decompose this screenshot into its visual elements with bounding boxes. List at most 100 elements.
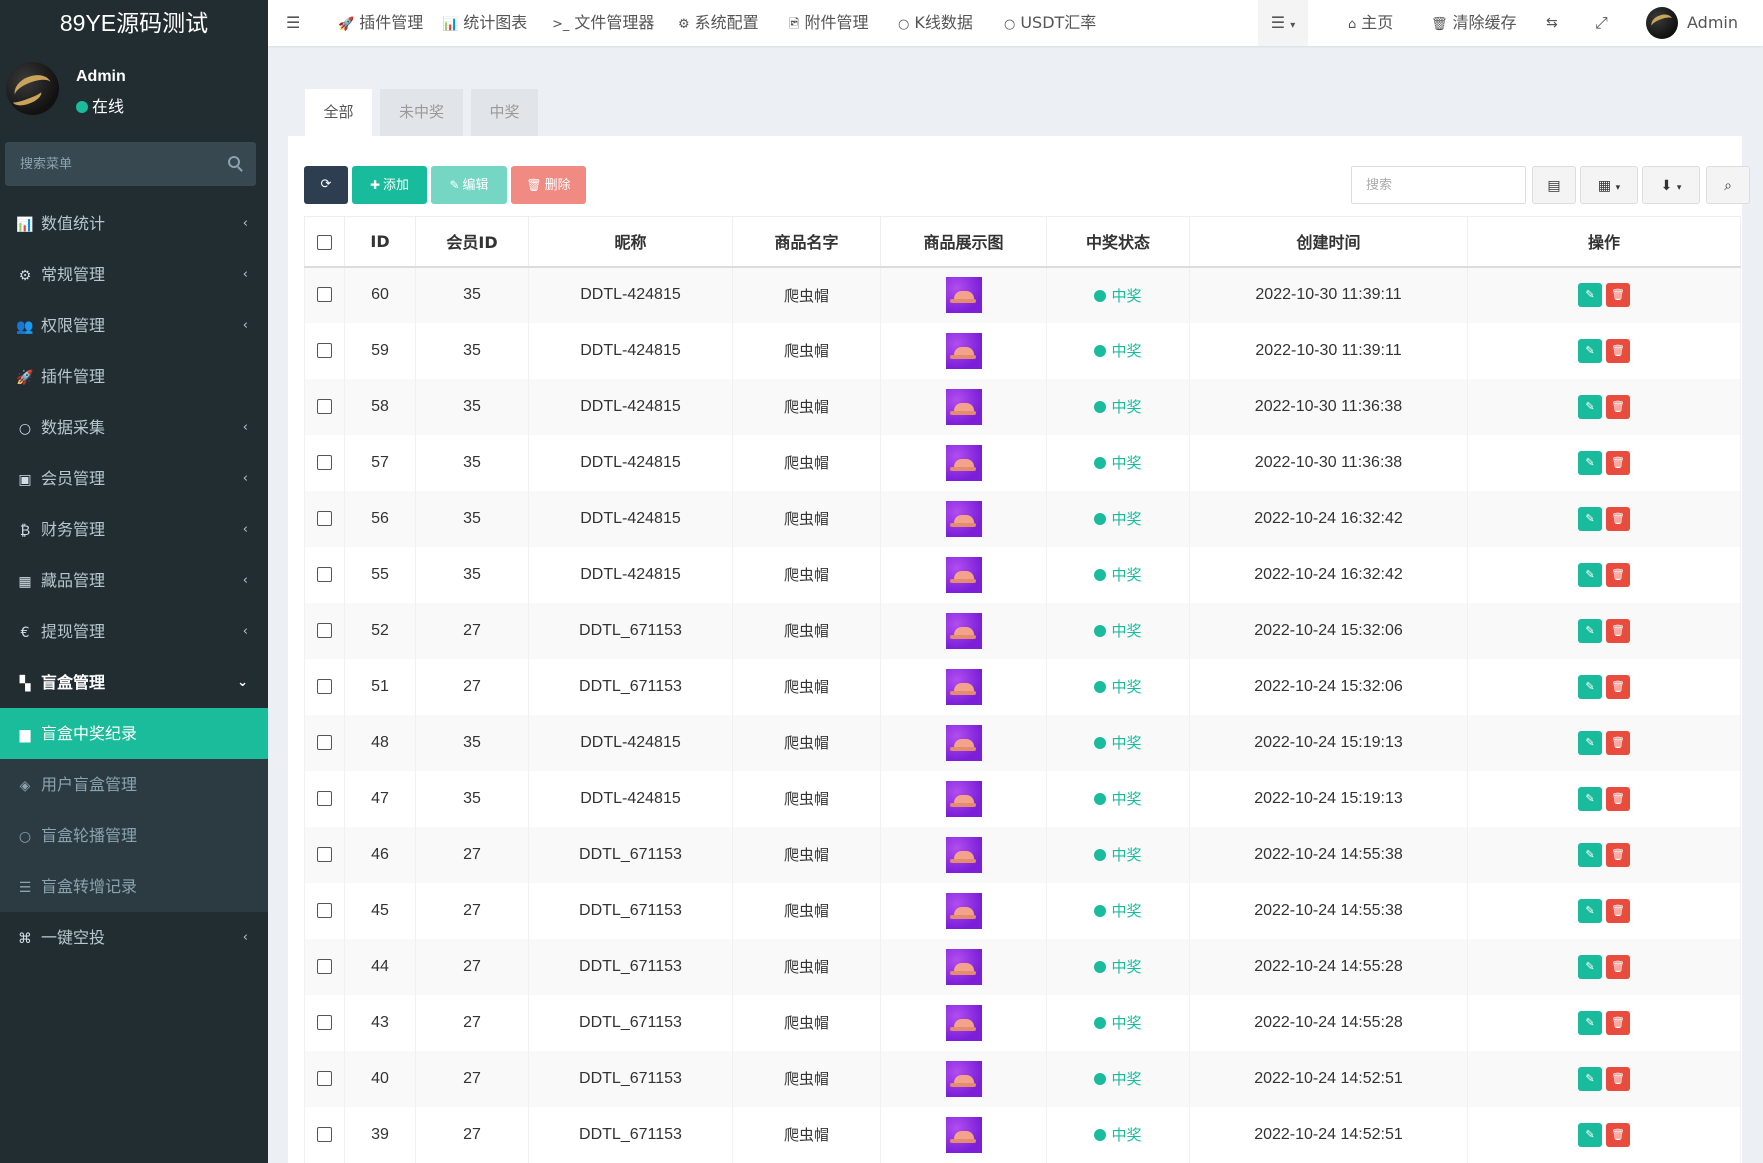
- tab-all[interactable]: 全部: [305, 89, 372, 136]
- sidebar-item-8[interactable]: € 提现管理 ‹: [0, 606, 268, 657]
- table-row[interactable]: 48 35 DDTL-424815 爬虫帽 中奖 2022-10-24 15:19:13 ✎…: [304, 714, 1741, 771]
- admin-avatar[interactable]: [1646, 7, 1678, 39]
- row-delete-icon[interactable]: 🗑: [1606, 1010, 1630, 1035]
- table-row[interactable]: 39 27 DDTL_671153 爬虫帽 中奖 2022-10-24 14:52:51 ✎…: [304, 1106, 1741, 1163]
- row-checkbox[interactable]: [317, 454, 332, 470]
- row-delete-icon[interactable]: 🗑: [1606, 1066, 1630, 1091]
- row-delete-icon[interactable]: 🗑: [1606, 674, 1630, 699]
- sidebar-item-0[interactable]: 📊 数值统计 ‹: [0, 198, 268, 249]
- row-delete-icon[interactable]: 🗑: [1606, 954, 1630, 979]
- product-thumbnail[interactable]: [945, 668, 982, 705]
- row-edit-icon[interactable]: ✎: [1578, 842, 1602, 867]
- product-thumbnail[interactable]: [945, 556, 982, 593]
- language-icon[interactable]: ⇆: [1546, 0, 1558, 46]
- col-win-status[interactable]: 中奖状态: [1046, 216, 1190, 268]
- row-edit-icon[interactable]: ✎: [1578, 1010, 1602, 1035]
- row-select[interactable]: [304, 490, 345, 547]
- row-delete-icon[interactable]: 🗑: [1606, 506, 1630, 531]
- top-nav-item-1[interactable]: 📊 统计图表: [442, 0, 527, 46]
- refresh-button[interactable]: ⟳: [304, 166, 348, 204]
- admin-name[interactable]: Admin: [1687, 0, 1738, 46]
- sidebar-item-11[interactable]: ◈ 用户盲盒管理: [0, 759, 268, 810]
- row-checkbox[interactable]: [317, 1070, 332, 1086]
- row-delete-icon[interactable]: 🗑: [1606, 618, 1630, 643]
- row-select[interactable]: [304, 266, 345, 323]
- sidebar-item-12[interactable]: ○ 盲盒轮播管理: [0, 810, 268, 861]
- table-row[interactable]: 57 35 DDTL-424815 爬虫帽 中奖 2022-10-30 11:36:38 ✎…: [304, 434, 1741, 491]
- row-delete-icon[interactable]: 🗑: [1606, 562, 1630, 587]
- row-select[interactable]: [304, 1106, 345, 1163]
- sidebar-item-9[interactable]: ▚ 盲盒管理 ⌄: [0, 657, 268, 708]
- product-thumbnail[interactable]: [945, 388, 982, 425]
- row-select[interactable]: [304, 1050, 345, 1107]
- product-thumbnail[interactable]: [945, 1060, 982, 1097]
- select-all-checkbox[interactable]: [317, 234, 332, 250]
- row-delete-icon[interactable]: 🗑: [1606, 1122, 1630, 1147]
- table-row[interactable]: 56 35 DDTL-424815 爬虫帽 中奖 2022-10-24 16:32:42 ✎…: [304, 490, 1741, 547]
- col-product-image[interactable]: 商品展示图: [880, 216, 1047, 268]
- row-edit-icon[interactable]: ✎: [1578, 674, 1602, 699]
- row-edit-icon[interactable]: ✎: [1578, 338, 1602, 363]
- export-button[interactable]: ⬇ ▾: [1642, 166, 1700, 204]
- row-select[interactable]: [304, 826, 345, 883]
- sidebar-item-4[interactable]: ○ 数据采集 ‹: [0, 402, 268, 453]
- nav-more-dropdown[interactable]: ☰ ▾: [1258, 0, 1308, 46]
- product-thumbnail[interactable]: [945, 780, 982, 817]
- table-row[interactable]: 51 27 DDTL_671153 爬虫帽 中奖 2022-10-24 15:32:06 ✎…: [304, 658, 1741, 715]
- row-checkbox[interactable]: [317, 398, 332, 414]
- sidebar-item-14[interactable]: ⌘ 一键空投 ‹: [0, 912, 268, 963]
- row-checkbox[interactable]: [317, 902, 332, 918]
- product-thumbnail[interactable]: [945, 724, 982, 761]
- table-search-input[interactable]: [1351, 166, 1526, 204]
- row-checkbox[interactable]: [317, 678, 332, 694]
- table-row[interactable]: 44 27 DDTL_671153 爬虫帽 中奖 2022-10-24 14:55:28 ✎…: [304, 938, 1741, 995]
- tab-not-won[interactable]: 未中奖: [380, 89, 463, 136]
- clear-cache-link[interactable]: 🗑 清除缓存: [1431, 0, 1517, 46]
- row-checkbox[interactable]: [317, 1014, 332, 1030]
- table-row[interactable]: 52 27 DDTL_671153 爬虫帽 中奖 2022-10-24 15:32:06 ✎…: [304, 602, 1741, 659]
- table-row[interactable]: 43 27 DDTL_671153 爬虫帽 中奖 2022-10-24 14:55:28 ✎…: [304, 994, 1741, 1051]
- table-row[interactable]: 46 27 DDTL_671153 爬虫帽 中奖 2022-10-24 14:55:38 ✎…: [304, 826, 1741, 883]
- product-thumbnail[interactable]: [945, 444, 982, 481]
- product-thumbnail[interactable]: [945, 612, 982, 649]
- row-select[interactable]: [304, 322, 345, 379]
- row-select[interactable]: [304, 378, 345, 435]
- table-row[interactable]: 47 35 DDTL-424815 爬虫帽 中奖 2022-10-24 15:19:13 ✎…: [304, 770, 1741, 827]
- row-delete-icon[interactable]: 🗑: [1606, 730, 1630, 755]
- search-icon[interactable]: [228, 156, 240, 168]
- col-product-name[interactable]: 商品名字: [732, 216, 881, 268]
- menu-search-input[interactable]: [5, 142, 205, 186]
- product-thumbnail[interactable]: [945, 1116, 982, 1153]
- row-delete-icon[interactable]: 🗑: [1606, 394, 1630, 419]
- table-row[interactable]: 40 27 DDTL_671153 爬虫帽 中奖 2022-10-24 14:52:51 ✎…: [304, 1050, 1741, 1107]
- col-created-time[interactable]: 创建时间: [1189, 216, 1468, 268]
- row-edit-icon[interactable]: ✎: [1578, 786, 1602, 811]
- row-select[interactable]: [304, 602, 345, 659]
- sidebar-item-3[interactable]: 🚀 插件管理: [0, 351, 268, 402]
- product-thumbnail[interactable]: [945, 948, 982, 985]
- brand-logo-text[interactable]: 89YE源码测试: [0, 0, 268, 46]
- search-toggle-button[interactable]: ⌕: [1706, 166, 1750, 204]
- add-button[interactable]: ✚ 添加: [352, 166, 427, 204]
- row-edit-icon[interactable]: ✎: [1578, 1122, 1602, 1147]
- row-select[interactable]: [304, 770, 345, 827]
- row-edit-icon[interactable]: ✎: [1578, 618, 1602, 643]
- columns-button[interactable]: ▦ ▾: [1580, 166, 1638, 204]
- top-nav-item-0[interactable]: 🚀 插件管理: [338, 0, 423, 46]
- row-select[interactable]: [304, 882, 345, 939]
- top-nav-item-4[interactable]: 🖻 附件管理: [789, 0, 868, 46]
- row-checkbox[interactable]: [317, 622, 332, 638]
- header-select-all[interactable]: [304, 216, 345, 268]
- row-select[interactable]: [304, 714, 345, 771]
- row-delete-icon[interactable]: 🗑: [1606, 898, 1630, 923]
- row-edit-icon[interactable]: ✎: [1578, 730, 1602, 755]
- row-delete-icon[interactable]: 🗑: [1606, 786, 1630, 811]
- row-delete-icon[interactable]: 🗑: [1606, 450, 1630, 475]
- row-edit-icon[interactable]: ✎: [1578, 1066, 1602, 1091]
- table-row[interactable]: 45 27 DDTL_671153 爬虫帽 中奖 2022-10-24 14:55:38 ✎…: [304, 882, 1741, 939]
- row-select[interactable]: [304, 658, 345, 715]
- sidebar-item-1[interactable]: ⚙ 常规管理 ‹: [0, 249, 268, 300]
- col-member-id[interactable]: 会员ID: [415, 216, 529, 268]
- product-thumbnail[interactable]: [945, 332, 982, 369]
- table-row[interactable]: 59 35 DDTL-424815 爬虫帽 中奖 2022-10-30 11:39:11 ✎…: [304, 322, 1741, 379]
